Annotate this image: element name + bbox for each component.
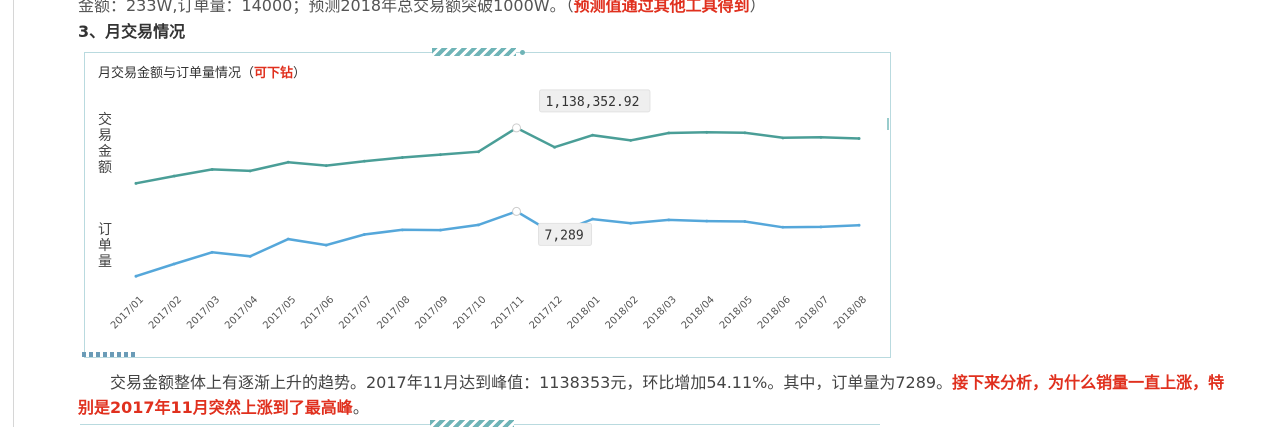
x-tick-label: 2017/04 (223, 294, 260, 331)
x-tick-label: 2017/03 (185, 294, 222, 331)
tooltip-text-0: 1,138,352.92 (546, 95, 640, 110)
data-point-s1-5[interactable] (324, 243, 328, 247)
data-point-s0-13[interactable] (629, 138, 633, 142)
x-tick-label: 2017/02 (147, 294, 184, 331)
data-point-s0-12[interactable] (591, 133, 595, 137)
line-chart: 1,138,352.927,2892017/01 2017/02 2017/03 20… (109, 89, 869, 331)
data-point-s0-4[interactable] (286, 160, 290, 164)
x-tick-label: 2017/01 (109, 294, 146, 331)
data-point-s1-6[interactable] (362, 232, 366, 236)
x-tick-label: 2018/01 (566, 294, 603, 331)
data-point-s1-18[interactable] (819, 225, 823, 229)
series-line-0[interactable] (135, 126, 860, 185)
highlight-point-1[interactable] (512, 206, 522, 216)
x-tick-label: 2017/06 (299, 294, 336, 331)
data-point-s1-3[interactable] (248, 254, 252, 258)
x-tick-label: 2017/07 (337, 294, 374, 331)
data-point-s1-4[interactable] (286, 237, 290, 241)
data-point-s1-17[interactable] (781, 225, 785, 229)
x-tick-label: 2017/09 (413, 294, 450, 331)
data-point-s1-15[interactable] (705, 219, 709, 223)
x-tick-label: 2017/12 (528, 294, 565, 331)
data-point-s0-14[interactable] (667, 131, 671, 135)
data-point-s0-5[interactable] (324, 164, 328, 168)
data-point-s0-17[interactable] (781, 136, 785, 140)
x-tick-label: 2018/07 (794, 294, 831, 331)
data-point-s1-14[interactable] (667, 218, 671, 222)
data-point-s0-16[interactable] (743, 131, 747, 135)
data-point-s0-8[interactable] (438, 153, 442, 157)
x-tick-label: 2017/05 (261, 294, 298, 331)
x-tick-label: 2017/10 (451, 294, 488, 331)
series-line-1[interactable] (135, 210, 860, 278)
x-tick-label: 2018/06 (756, 294, 793, 331)
data-point-s1-13[interactable] (629, 221, 633, 225)
x-tick-label: 2017/11 (489, 294, 526, 331)
data-point-s0-15[interactable] (705, 130, 709, 134)
x-tick-label: 2018/02 (604, 294, 641, 331)
data-point-s1-9[interactable] (476, 223, 480, 227)
data-point-s1-19[interactable] (857, 223, 861, 227)
analysis-end: 。 (352, 398, 369, 417)
data-point-s1-8[interactable] (438, 228, 442, 232)
data-point-s1-7[interactable] (400, 228, 404, 232)
data-point-s0-2[interactable] (210, 167, 214, 171)
data-point-s0-18[interactable] (819, 135, 823, 139)
data-point-s0-1[interactable] (172, 174, 176, 178)
data-point-s0-6[interactable] (362, 159, 366, 163)
data-point-s1-0[interactable] (134, 274, 138, 278)
analysis-paragraph: 交易金额整体上有逐渐上升的趋势。2017年11月达到峰值：1138353元，环比… (78, 370, 1238, 420)
data-point-s1-1[interactable] (172, 262, 176, 266)
data-point-s1-12[interactable] (591, 217, 595, 221)
tooltip-text-1: 7,289 (545, 228, 584, 243)
highlight-point-0[interactable] (512, 123, 522, 133)
data-point-s1-2[interactable] (210, 250, 214, 254)
x-tick-label: 2018/05 (718, 294, 755, 331)
x-tick-label: 2018/08 (832, 294, 869, 331)
data-point-s0-19[interactable] (857, 136, 861, 140)
data-point-s0-3[interactable] (248, 169, 252, 173)
data-point-s0-7[interactable] (400, 155, 404, 159)
data-point-s0-11[interactable] (553, 145, 557, 149)
x-tick-label: 2018/03 (642, 294, 679, 331)
data-point-s0-9[interactable] (476, 150, 480, 154)
x-tick-label: 2017/08 (375, 294, 412, 331)
data-point-s1-16[interactable] (743, 219, 747, 223)
next-card-decoration (430, 420, 514, 427)
data-point-s0-0[interactable] (134, 181, 138, 185)
x-tick-label: 2018/04 (680, 294, 717, 331)
analysis-text: 交易金额整体上有逐渐上升的趋势。2017年11月达到峰值：1138353元，环比… (110, 373, 953, 392)
